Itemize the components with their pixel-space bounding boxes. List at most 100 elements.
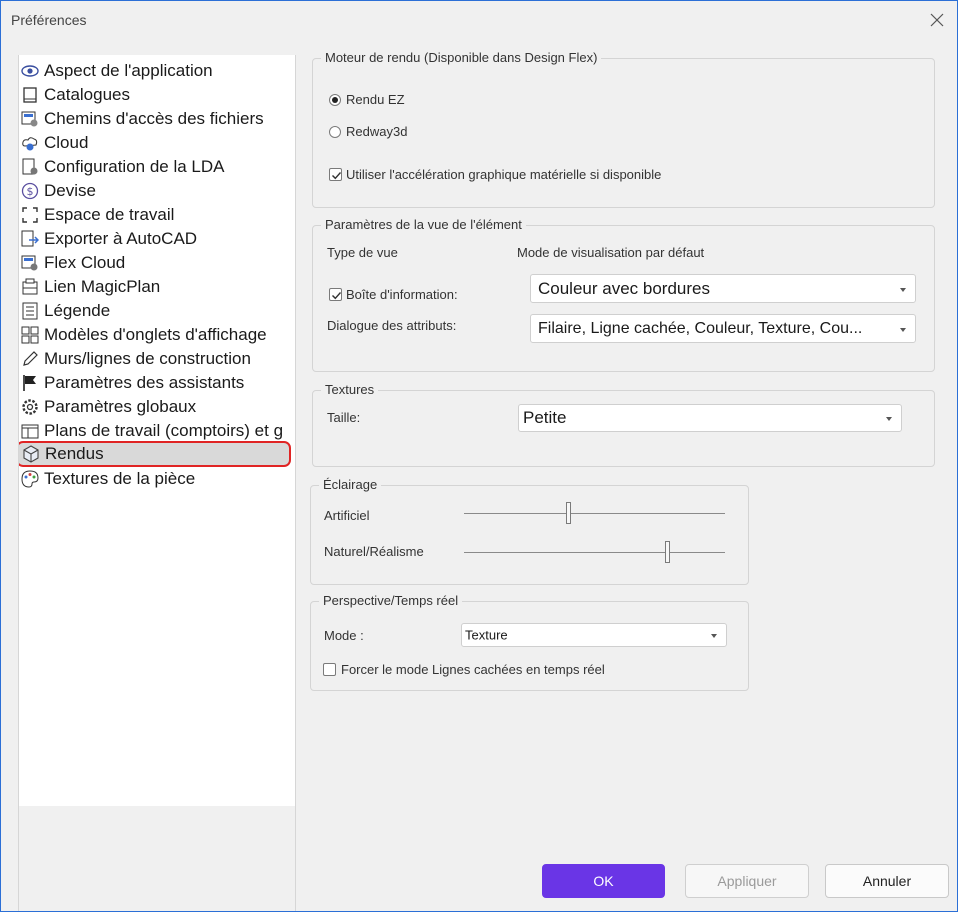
hw-accel-checkbox[interactable] (329, 168, 342, 181)
tree-footer-area (18, 806, 296, 911)
tree-item-label: Plans de travail (comptoirs) et g (44, 421, 284, 440)
force-hidden-lines-checkbox[interactable] (323, 663, 336, 676)
tree-item-walls[interactable]: Murs/lignes de construction (21, 347, 295, 371)
render-engine-title: Moteur de rendu (Disponible dans Design … (321, 50, 602, 65)
tree-item-assistants[interactable]: Paramètres des assistants (21, 371, 295, 395)
tree-item-lda[interactable]: Configuration de la LDA (21, 155, 295, 179)
cube-icon (23, 445, 39, 463)
tree-item-aspect[interactable]: Aspect de l'application (21, 59, 295, 83)
legend-icon (22, 302, 38, 320)
render-engine-group: Moteur de rendu (Disponible dans Design … (312, 50, 935, 208)
textures-group: Textures Taille: Petite (312, 382, 935, 467)
rendu-ez-label[interactable]: Rendu EZ (346, 92, 405, 107)
checkmark-icon (332, 172, 342, 180)
chevron-down-icon (886, 417, 892, 421)
slider-thumb[interactable] (665, 541, 670, 563)
tree-item-label: Aspect de l'application (44, 61, 213, 80)
view-params-title: Paramètres de la vue de l'élément (321, 217, 526, 232)
workspace-frame-icon (22, 207, 38, 223)
chevron-down-icon (900, 327, 906, 332)
rendu-ez-radio[interactable] (329, 94, 341, 106)
view-params-group: Paramètres de la vue de l'élément Type d… (312, 217, 935, 372)
texture-size-label: Taille: (327, 410, 361, 425)
tree-item-label: Paramètres globaux (44, 397, 197, 416)
tree-item-global[interactable]: Paramètres globaux (21, 395, 295, 419)
apply-button[interactable]: Appliquer (685, 864, 809, 898)
default-mode-header: Mode de visualisation par défaut (517, 245, 705, 260)
perspective-group: Perspective/Temps réel Mode : Texture Fo… (310, 593, 749, 691)
info-box-checkbox[interactable] (329, 288, 342, 301)
tree-item-devise[interactable]: $ Devise (21, 179, 295, 203)
info-box-mode-dropdown[interactable]: Couleur avec bordures (530, 274, 916, 303)
tree-item-countertops[interactable]: Plans de travail (comptoirs) et g (21, 419, 295, 443)
view-type-header: Type de vue (327, 245, 398, 260)
slider-track (464, 513, 725, 514)
info-box-mode-value: Couleur avec bordures (538, 278, 710, 298)
natural-label: Naturel/Réalisme (324, 544, 424, 559)
tree-item-flex-cloud[interactable]: Flex Cloud (21, 251, 295, 275)
close-icon (930, 13, 944, 27)
tree-item-label: Lien MagicPlan (44, 277, 161, 296)
info-box-label[interactable]: Boîte d'information: (346, 287, 458, 302)
flag-icon (23, 375, 36, 391)
tree-item-label: Devise (44, 181, 96, 200)
tree-item-label: Chemins d'accès des fichiers (44, 109, 264, 128)
lighting-title: Éclairage (319, 477, 382, 492)
texture-size-dropdown[interactable]: Petite (518, 404, 902, 432)
tree-item-label: Espace de travail (44, 205, 175, 224)
redway3d-label[interactable]: Redway3d (346, 124, 407, 139)
chevron-down-icon (900, 287, 906, 292)
chevron-down-icon (711, 634, 717, 638)
folder-gear-icon (21, 111, 38, 127)
tree-item-workspace[interactable]: Espace de travail (21, 203, 295, 227)
attr-dialog-mode-dropdown[interactable]: Filaire, Ligne cachée, Couleur, Texture,… (530, 314, 916, 343)
tree-item-catalogues[interactable]: Catalogues (21, 83, 295, 107)
magicplan-icon (22, 278, 38, 295)
mode-label: Mode : (324, 628, 364, 643)
perspective-mode-dropdown[interactable]: Texture (461, 623, 727, 647)
ok-button[interactable]: OK (542, 864, 665, 898)
tree-item-room-textures[interactable]: Textures de la pièce (21, 467, 295, 491)
currency-icon: $ (21, 182, 39, 200)
gear-icon (22, 399, 38, 415)
tree-item-label: Textures de la pièce (44, 469, 196, 488)
preferences-window: Préférences Aspect de l'application Cata… (0, 0, 958, 912)
tree-item-label: Flex Cloud (44, 253, 126, 272)
force-hidden-lines-label[interactable]: Forcer le mode Lignes cachées en temps r… (341, 662, 605, 677)
textures-title: Textures (321, 382, 379, 397)
lighting-group: Éclairage Artificiel Naturel/Réalisme (310, 477, 749, 585)
attr-dialog-label: Dialogue des attributs: (327, 318, 457, 333)
tree-item-rendus[interactable]: Rendus (19, 441, 291, 467)
hw-accel-label[interactable]: Utiliser l'accélération graphique matéri… (346, 167, 661, 182)
texture-size-value: Petite (523, 408, 567, 427)
artificial-slider[interactable] (464, 502, 725, 524)
document-gear-icon (22, 158, 38, 175)
tree-item-label: Exporter à AutoCAD (44, 229, 198, 248)
palette-icon (21, 470, 39, 488)
preferences-tree[interactable]: Aspect de l'application Catalogues Chemi… (18, 55, 296, 911)
perspective-mode-value: Texture (465, 627, 508, 643)
redway3d-radio[interactable] (329, 126, 341, 138)
pencil-icon (23, 351, 38, 366)
tree-item-magicplan[interactable]: Lien MagicPlan (21, 275, 295, 299)
tree-item-tab-templates[interactable]: Modèles d'onglets d'affichage (21, 323, 295, 347)
title-bar: Préférences (1, 1, 957, 39)
slider-thumb[interactable] (566, 502, 571, 524)
tabs-template-icon (21, 326, 39, 344)
artificial-label: Artificiel (324, 508, 370, 523)
attr-dialog-mode-value: Filaire, Ligne cachée, Couleur, Texture,… (538, 319, 863, 337)
cancel-button[interactable]: Annuler (825, 864, 949, 898)
book-icon (23, 87, 37, 103)
eye-icon (21, 65, 39, 77)
tree-item-label: Cloud (44, 133, 89, 152)
tree-item-label: Murs/lignes de construction (44, 349, 251, 368)
close-button[interactable] (927, 10, 947, 30)
tree-item-legende[interactable]: Légende (21, 299, 295, 323)
tree-item-autocad[interactable]: Exporter à AutoCAD (21, 227, 295, 251)
tree-item-cloud[interactable]: Cloud (21, 131, 295, 155)
tree-item-label: Légende (44, 301, 111, 320)
natural-slider[interactable] (464, 541, 725, 563)
flex-cloud-icon (21, 255, 38, 271)
tree-item-file-paths[interactable]: Chemins d'accès des fichiers (21, 107, 295, 131)
cloud-gear-icon (22, 137, 38, 151)
